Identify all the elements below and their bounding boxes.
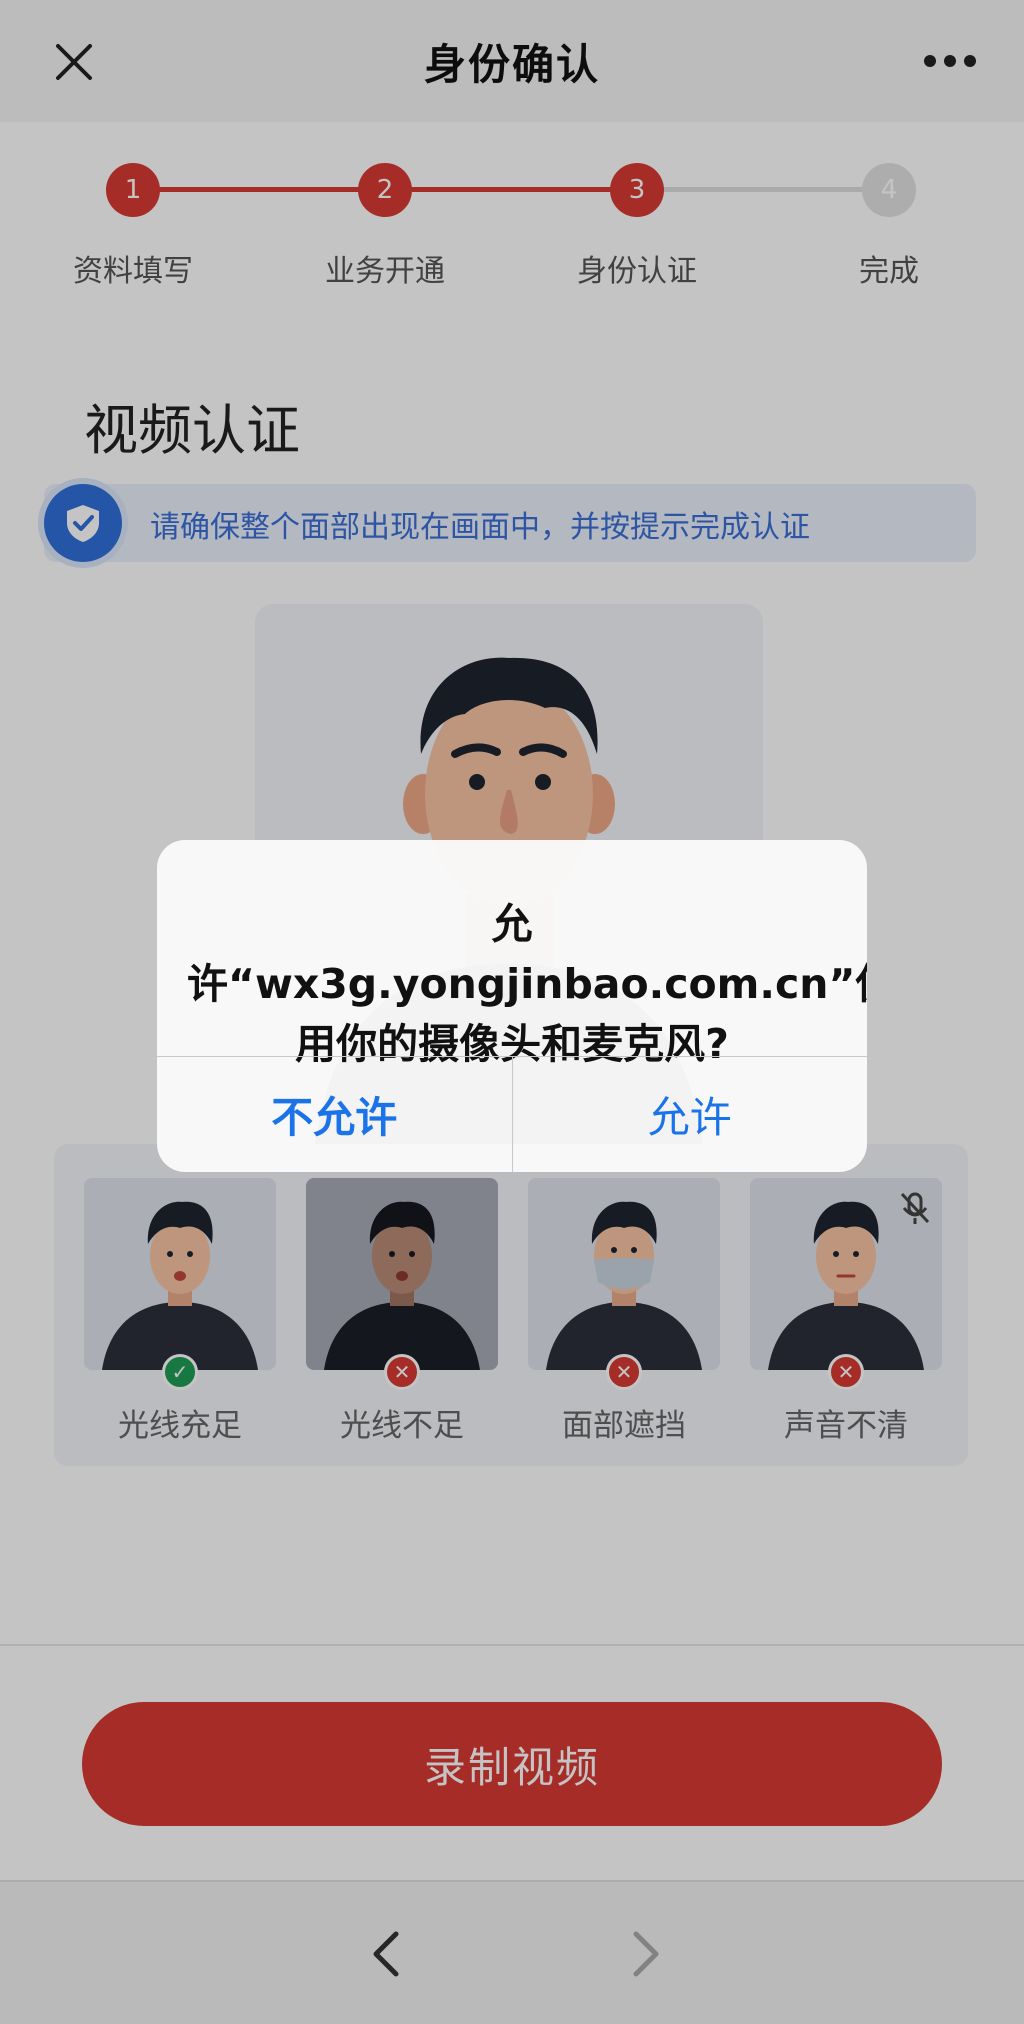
deny-button[interactable]: 不允许	[157, 1057, 513, 1172]
dialog-message: 允许“wx3g.yongjinbao.com.cn”使用你的摄像头和麦克风?	[187, 900, 867, 1068]
allow-button[interactable]: 允许	[513, 1057, 868, 1172]
dialog-actions: 不允许 允许	[157, 1056, 867, 1172]
permission-dialog: 允许“wx3g.yongjinbao.com.cn”使用你的摄像头和麦克风? 不…	[157, 840, 867, 1172]
